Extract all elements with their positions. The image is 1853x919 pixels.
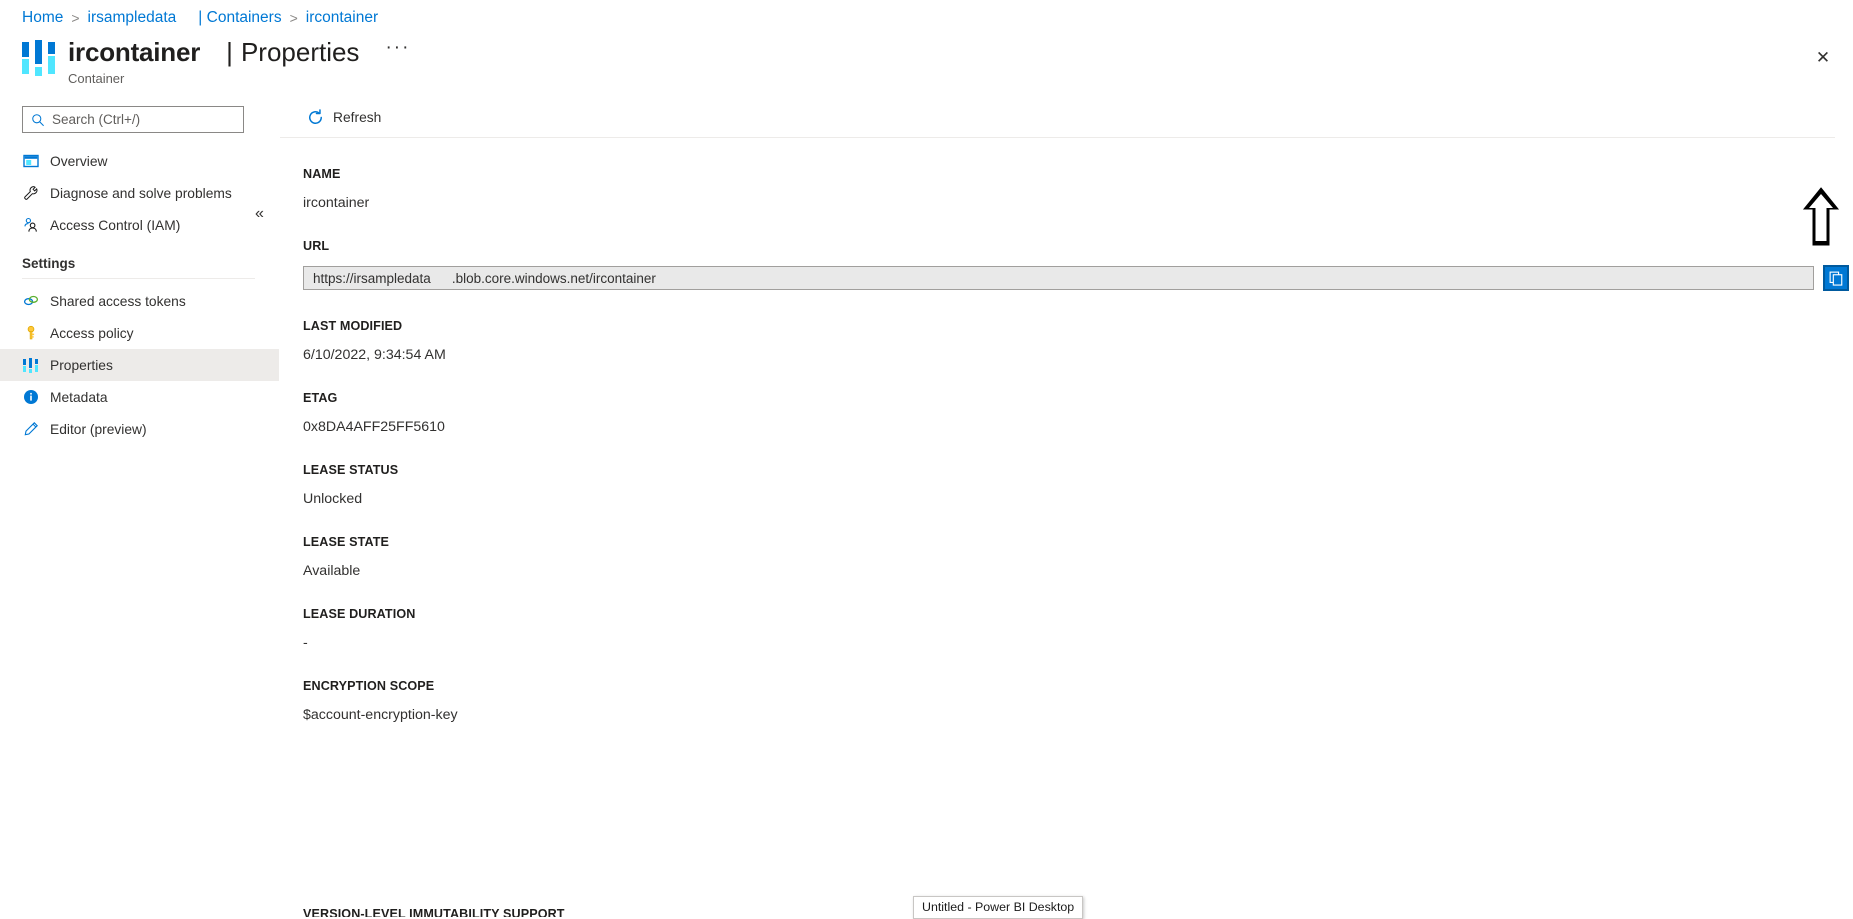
sidebar: Search (Ctrl+/) « Overview Diagnose and … (0, 98, 280, 919)
sidebar-item-shared-access-tokens[interactable]: Shared access tokens (0, 285, 279, 317)
properties-bars-icon (22, 357, 39, 374)
breadcrumb-item-home[interactable]: Home (22, 8, 63, 28)
search-icon (32, 113, 44, 126)
sidebar-item-access-control[interactable]: Access Control (IAM) (0, 209, 279, 241)
link-rings-icon (22, 293, 39, 310)
url-suffix: .blob.core.windows.net/ircontainer (451, 270, 656, 286)
sidebar-item-metadata[interactable]: Metadata (0, 381, 279, 413)
container-properties-icon (22, 40, 56, 76)
sidebar-item-label-overview: Overview (50, 153, 108, 169)
property-encryption-scope: ENCRYPTION SCOPE $account-encryption-key (303, 678, 1853, 724)
sidebar-item-properties[interactable]: Properties (0, 349, 279, 381)
property-value-lease-status: Unlocked (303, 491, 363, 507)
close-icon[interactable]: ✕ (1807, 42, 1839, 74)
pencil-icon (22, 421, 39, 438)
property-label-encryption-scope: ENCRYPTION SCOPE (303, 679, 435, 693)
property-value-lease-duration: - (303, 635, 308, 651)
key-icon (22, 325, 39, 342)
breadcrumb-item-containers[interactable]: | Containers (198, 8, 281, 28)
property-label-lease-duration: LEASE DURATION (303, 607, 416, 621)
page-title-row: ircontainer | Properties ··· Container (22, 36, 410, 87)
refresh-button[interactable]: Refresh (303, 104, 389, 131)
property-value-name: ircontainer (303, 195, 370, 211)
sidebar-item-access-policy[interactable]: Access policy (0, 317, 279, 349)
page-title: ircontainer (68, 37, 201, 67)
up-arrow-annotation (1802, 187, 1840, 246)
overview-icon (22, 153, 39, 170)
property-value-etag: 0x8DA4AFF25FF5610 (303, 419, 445, 435)
sidebar-nav-primary: Overview Diagnose and solve problems Acc… (0, 145, 279, 241)
url-row: https://irsampledata .blob.core.windows.… (303, 265, 1853, 292)
more-options-button[interactable]: ··· (385, 32, 410, 64)
property-value-last-modified: 6/10/2022, 9:34:54 AM (303, 347, 446, 363)
search-wrapper: Search (Ctrl+/) (22, 106, 259, 133)
sidebar-group-divider (22, 278, 255, 279)
breadcrumb: Home > irsampledata | Containers > ircon… (22, 8, 378, 28)
property-label-last-modified: LAST MODIFIED (303, 319, 403, 333)
property-value-lease-state: Available (303, 563, 361, 579)
breadcrumb-item-ircontainer[interactable]: ircontainer (306, 8, 378, 28)
copy-icon (1829, 271, 1842, 286)
collapse-sidebar-button[interactable]: « (255, 206, 264, 222)
sidebar-item-overview[interactable]: Overview (0, 145, 279, 177)
sidebar-item-label-access-policy: Access policy (50, 325, 134, 341)
sidebar-item-label-shared-access-tokens: Shared access tokens (50, 293, 186, 309)
title-divider: | (226, 37, 233, 67)
url-readonly-field[interactable]: https://irsampledata .blob.core.windows.… (303, 266, 1814, 290)
property-label-lease-status: LEASE STATUS (303, 463, 399, 477)
property-label-name: NAME (303, 167, 341, 181)
property-name: NAME ircontainer (303, 166, 1853, 212)
wrench-icon (22, 185, 39, 202)
property-label-url: URL (303, 239, 330, 253)
sidebar-item-label-properties: Properties (50, 357, 113, 373)
info-icon (22, 389, 39, 406)
refresh-button-label: Refresh (333, 110, 382, 125)
sidebar-group-title: Settings (22, 256, 76, 271)
sidebar-nav-settings: Shared access tokens Access policy Prope… (0, 285, 279, 445)
sidebar-item-label-editor: Editor (preview) (50, 421, 147, 437)
main-content: Refresh NAME ircontainer URL https://irs… (280, 98, 1853, 919)
url-prefix: https://irsampledata (313, 270, 431, 286)
resource-type-label: Container (68, 71, 125, 86)
people-icon (22, 217, 39, 234)
search-placeholder: Search (Ctrl+/) (52, 112, 141, 127)
property-last-modified: LAST MODIFIED 6/10/2022, 9:34:54 AM (303, 318, 1853, 364)
copy-url-button[interactable] (1823, 265, 1849, 291)
search-input[interactable]: Search (Ctrl+/) (22, 106, 244, 133)
sidebar-item-label-diagnose: Diagnose and solve problems (50, 185, 232, 201)
property-url: URL https://irsampledata .blob.core.wind… (303, 238, 1853, 292)
property-lease-state: LEASE STATE Available (303, 534, 1853, 580)
property-etag: ETAG 0x8DA4AFF25FF5610 (303, 390, 1853, 436)
sidebar-item-diagnose[interactable]: Diagnose and solve problems (0, 177, 279, 209)
breadcrumb-separator-2: > (289, 10, 298, 26)
property-label-etag: ETAG (303, 391, 338, 405)
property-label-version-immutability: VERSION-LEVEL IMMUTABILITY SUPPORT (303, 907, 565, 917)
properties-list: NAME ircontainer URL https://irsampledat… (280, 138, 1853, 917)
refresh-icon (309, 109, 322, 124)
sidebar-item-label-metadata: Metadata (50, 389, 108, 405)
property-lease-duration: LEASE DURATION - (303, 606, 1853, 652)
command-bar: Refresh (280, 98, 1835, 138)
property-label-lease-state: LEASE STATE (303, 535, 389, 549)
taskbar-window-tooltip: Untitled - Power BI Desktop (913, 896, 1084, 919)
sidebar-item-label-access-control: Access Control (IAM) (50, 217, 181, 233)
sidebar-item-editor[interactable]: Editor (preview) (0, 413, 279, 445)
page-subtitle-section: Properties (240, 37, 360, 67)
property-value-encryption-scope: $account-encryption-key (303, 707, 458, 723)
breadcrumb-separator: > (71, 10, 80, 26)
breadcrumb-item-irsampledata[interactable]: irsampledata (88, 8, 177, 28)
sidebar-group-settings: Settings (0, 255, 279, 279)
property-lease-status: LEASE STATUS Unlocked (303, 462, 1853, 508)
